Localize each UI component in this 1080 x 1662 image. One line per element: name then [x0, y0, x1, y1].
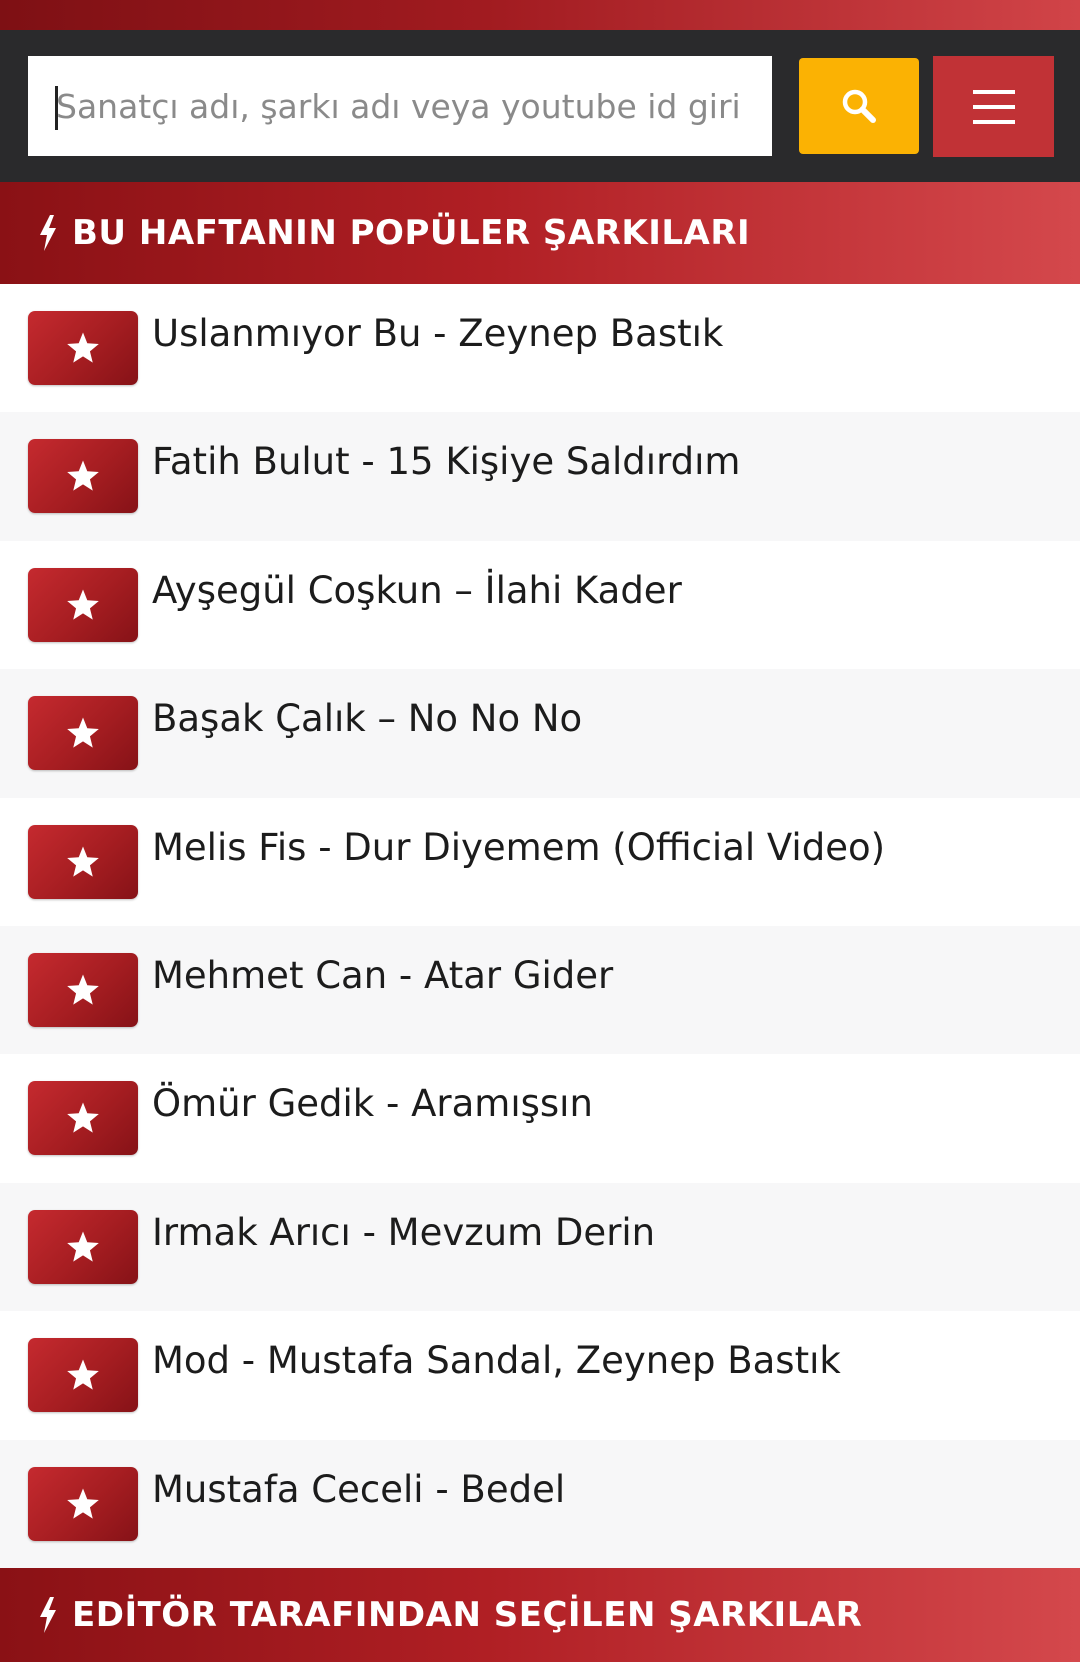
- song-title[interactable]: Fatih Bulut - 15 Kişiye Saldırdım: [152, 440, 740, 483]
- popular-songs-title: BU HAFTANIN POPÜLER ŞARKILARI: [72, 213, 751, 253]
- list-item[interactable]: Başak Çalık – No No No: [0, 669, 1080, 798]
- song-title[interactable]: Ömür Gedik - Aramışsın: [152, 1082, 593, 1125]
- editor-picks-header: EDİTÖR TARAFINDAN SEÇİLEN ŞARKILAR: [0, 1568, 1080, 1662]
- star-icon: [67, 717, 99, 748]
- search-icon: [842, 89, 876, 123]
- favorite-star-button[interactable]: [28, 1338, 138, 1413]
- song-title[interactable]: Mustafa Ceceli - Bedel: [152, 1468, 565, 1511]
- search-button[interactable]: [799, 58, 919, 154]
- popular-songs-list: Uslanmıyor Bu - Zeynep Bastık Fatih Bulut…: [0, 284, 1080, 1568]
- list-item[interactable]: Melis Fis - Dur Diyemem (Official Video): [0, 797, 1080, 926]
- favorite-star-button[interactable]: [28, 567, 138, 642]
- text-caret: [55, 86, 58, 130]
- favorite-star-button[interactable]: [28, 1466, 138, 1541]
- star-icon: [67, 589, 99, 620]
- star-icon: [67, 1487, 99, 1519]
- song-title[interactable]: Başak Çalık – No No No: [152, 697, 582, 740]
- star-icon: [67, 332, 99, 363]
- menu-button[interactable]: [933, 56, 1054, 157]
- list-item[interactable]: Ömür Gedik - Aramışsın: [0, 1054, 1080, 1183]
- star-icon: [67, 1102, 99, 1133]
- search-input[interactable]: [28, 56, 772, 156]
- top-accent-strip: [0, 0, 1080, 30]
- list-item[interactable]: Ayşegül Coşkun – İlahi Kader: [0, 540, 1080, 670]
- list-item[interactable]: Mod - Mustafa Sandal, Zeynep Bastık: [0, 1311, 1080, 1440]
- favorite-star-button[interactable]: [28, 311, 138, 385]
- favorite-star-button[interactable]: [28, 952, 138, 1027]
- hamburger-menu-icon: [972, 89, 1015, 124]
- popular-songs-header: BU HAFTANIN POPÜLER ŞARKILARI: [0, 182, 1080, 284]
- star-icon: [67, 974, 99, 1005]
- star-icon: [67, 1359, 99, 1390]
- favorite-star-button[interactable]: [28, 824, 138, 899]
- song-title[interactable]: Melis Fis - Dur Diyemem (Official Video): [152, 826, 885, 869]
- favorite-star-button[interactable]: [28, 696, 138, 771]
- star-icon: [67, 1231, 99, 1262]
- song-title[interactable]: Ayşegül Coşkun – İlahi Kader: [152, 569, 682, 612]
- favorite-star-button[interactable]: [28, 439, 138, 514]
- list-item[interactable]: Irmak Arıcı - Mevzum Derin: [0, 1182, 1080, 1312]
- song-title[interactable]: Mehmet Can - Atar Gider: [152, 954, 613, 997]
- list-item[interactable]: Uslanmıyor Bu - Zeynep Bastık: [0, 284, 1080, 413]
- lightning-bolt-icon: [40, 1597, 56, 1633]
- favorite-star-button[interactable]: [28, 1209, 138, 1284]
- star-icon: [67, 460, 99, 492]
- lightning-bolt-icon: [40, 215, 56, 251]
- favorite-star-button[interactable]: [28, 1081, 138, 1156]
- song-title[interactable]: Uslanmıyor Bu - Zeynep Bastık: [152, 312, 723, 355]
- list-item[interactable]: Mustafa Ceceli - Bedel: [0, 1439, 1080, 1568]
- song-title[interactable]: Mod - Mustafa Sandal, Zeynep Bastık: [152, 1339, 841, 1382]
- editor-picks-title: EDİTÖR TARAFINDAN SEÇİLEN ŞARKILAR: [72, 1595, 863, 1635]
- list-item[interactable]: Fatih Bulut - 15 Kişiye Saldırdım: [0, 412, 1080, 541]
- song-title[interactable]: Irmak Arıcı - Mevzum Derin: [152, 1211, 655, 1254]
- search-bar: [0, 30, 1080, 182]
- list-item[interactable]: Mehmet Can - Atar Gider: [0, 925, 1080, 1055]
- star-icon: [67, 846, 99, 877]
